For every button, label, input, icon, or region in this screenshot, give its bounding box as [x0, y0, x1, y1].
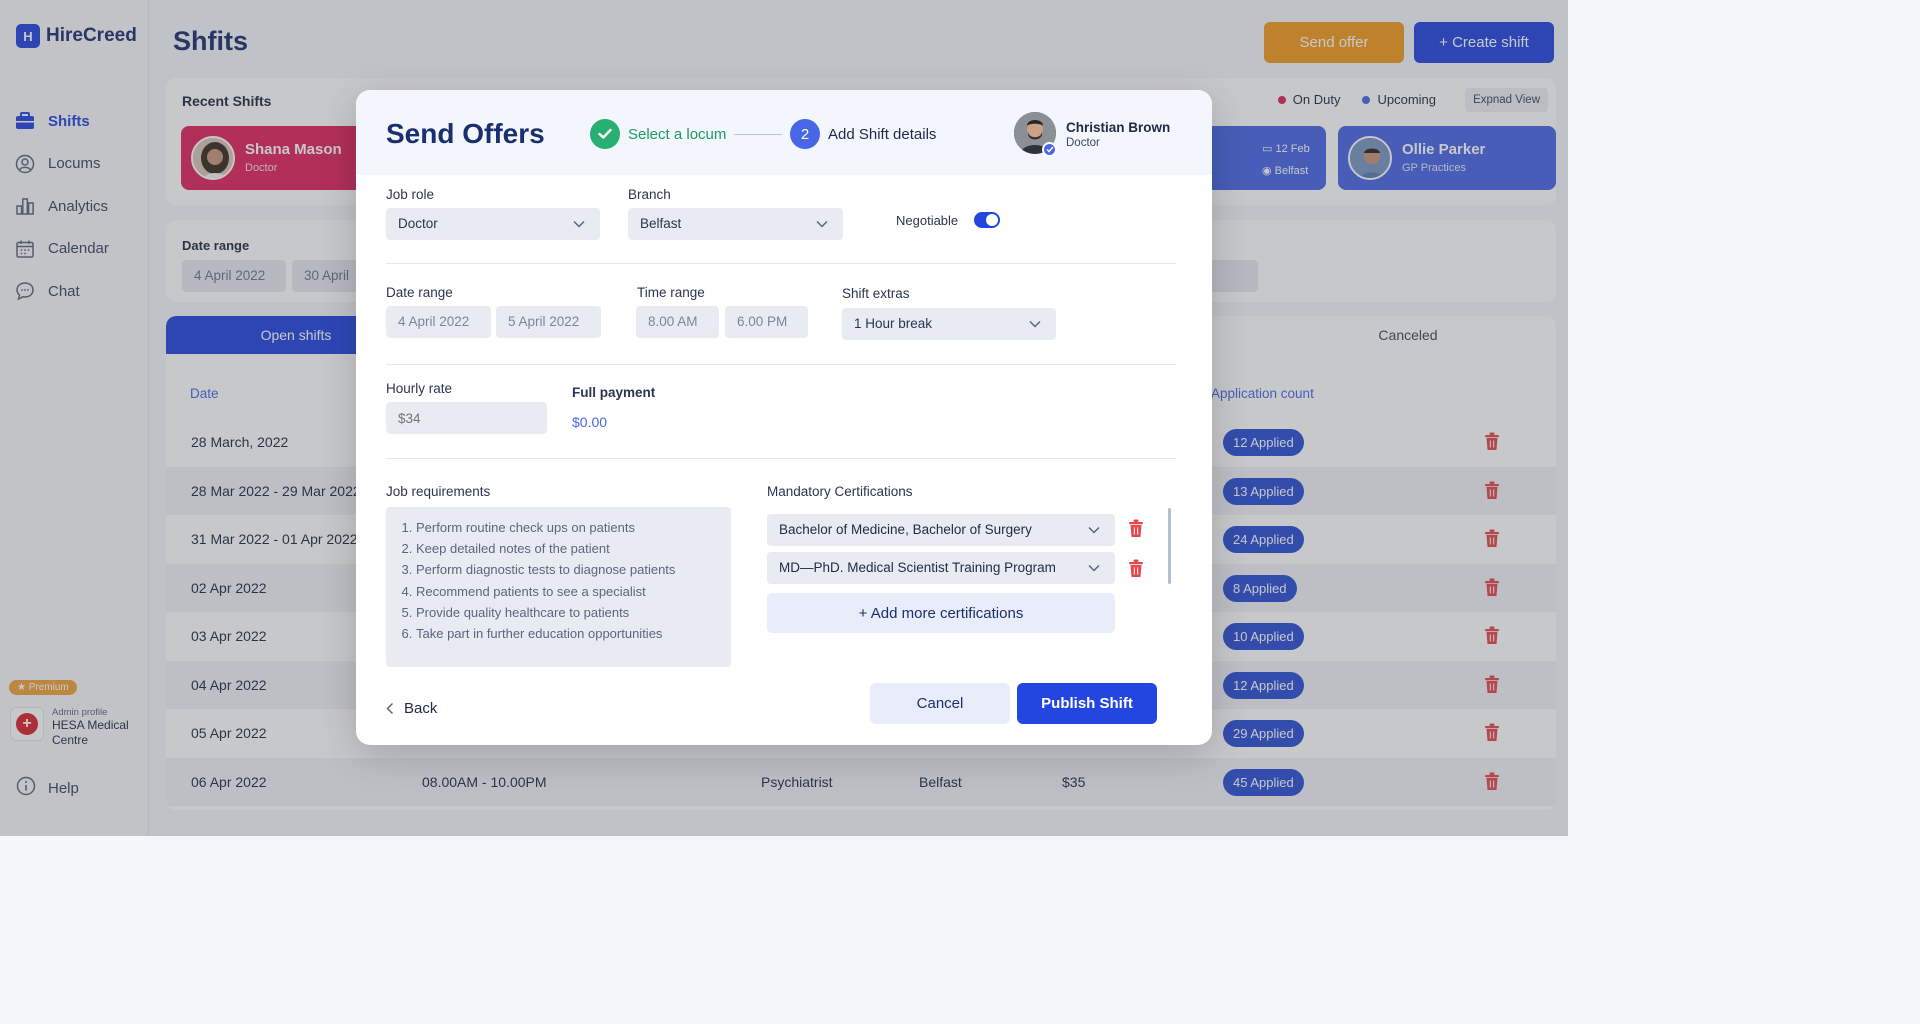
full-payment-value: $0.00 [572, 414, 608, 430]
job-requirements-label: Job requirements [386, 484, 491, 499]
trash-icon[interactable] [1128, 519, 1144, 538]
chevron-left-icon [386, 702, 394, 715]
verified-check-icon [1042, 142, 1057, 157]
end-date-field[interactable]: 5 April 2022 [496, 306, 601, 338]
job-role-label: Job role [386, 187, 435, 202]
step-connector [734, 134, 782, 135]
chevron-down-icon [816, 220, 828, 228]
chevron-down-icon [1029, 320, 1041, 328]
time-range-label: Time range [637, 285, 705, 300]
step-select-locum[interactable]: Select a locum [628, 126, 726, 143]
job-role-select[interactable]: Doctor [386, 208, 600, 240]
certification-select[interactable]: Bachelor of Medicine, Bachelor of Surger… [767, 514, 1115, 546]
requirement-item: Provide quality healthcare to patients [416, 602, 719, 623]
requirement-item: Recommend patients to see a specialist [416, 581, 719, 602]
add-certification-button[interactable]: + Add more certifications [767, 593, 1115, 633]
locum-role: Doctor [1066, 137, 1100, 149]
check-icon [590, 119, 620, 149]
negotiable-toggle[interactable] [974, 212, 1000, 228]
chevron-down-icon [573, 220, 585, 228]
locum-name: Christian Brown [1066, 120, 1171, 135]
step-number: 2 [790, 119, 820, 149]
date-range-label: Date range [386, 285, 453, 300]
shift-extras-label: Shift extras [842, 286, 910, 301]
mandatory-certifications-label: Mandatory Certifications [767, 484, 913, 499]
certification-select[interactable]: MD—PhD. Medical Scientist Training Progr… [767, 552, 1115, 584]
send-offers-modal: Send Offers Select a locum 2 Add Shift d… [356, 90, 1212, 745]
branch-label: Branch [628, 187, 671, 202]
divider [386, 364, 1176, 365]
start-time-field[interactable]: 8.00 AM [636, 306, 719, 338]
divider [386, 263, 1176, 264]
modal-header: Send Offers Select a locum 2 Add Shift d… [356, 90, 1212, 175]
back-label: Back [404, 700, 438, 717]
requirement-item: Take part in further education opportuni… [416, 623, 719, 644]
requirement-item: Keep detailed notes of the patient [416, 538, 719, 559]
certifications-scrollbar[interactable] [1168, 508, 1171, 584]
modal-title: Send Offers [386, 118, 545, 149]
requirement-item: Perform routine check ups on patients [416, 517, 719, 538]
publish-shift-button[interactable]: Publish Shift [1017, 683, 1157, 724]
negotiable-label: Negotiable [896, 213, 959, 228]
requirement-item: Perform diagnostic tests to diagnose pat… [416, 559, 719, 580]
back-button[interactable]: Back [386, 700, 437, 717]
branch-select[interactable]: Belfast [628, 208, 843, 240]
trash-icon[interactable] [1128, 559, 1144, 578]
chevron-down-icon [1088, 526, 1100, 534]
start-date-field[interactable]: 4 April 2022 [386, 306, 491, 338]
cancel-button[interactable]: Cancel [870, 683, 1010, 724]
job-requirements-textarea[interactable]: Perform routine check ups on patients Ke… [386, 507, 731, 667]
chevron-down-icon [1088, 564, 1100, 572]
shift-extras-select[interactable]: 1 Hour break [842, 308, 1056, 340]
hourly-rate-label: Hourly rate [386, 381, 453, 396]
full-payment-label: Full payment [572, 385, 656, 400]
hourly-rate-input[interactable] [386, 402, 547, 434]
divider [386, 458, 1176, 459]
end-time-field[interactable]: 6.00 PM [725, 306, 808, 338]
step-add-shift-details: Add Shift details [828, 126, 937, 143]
